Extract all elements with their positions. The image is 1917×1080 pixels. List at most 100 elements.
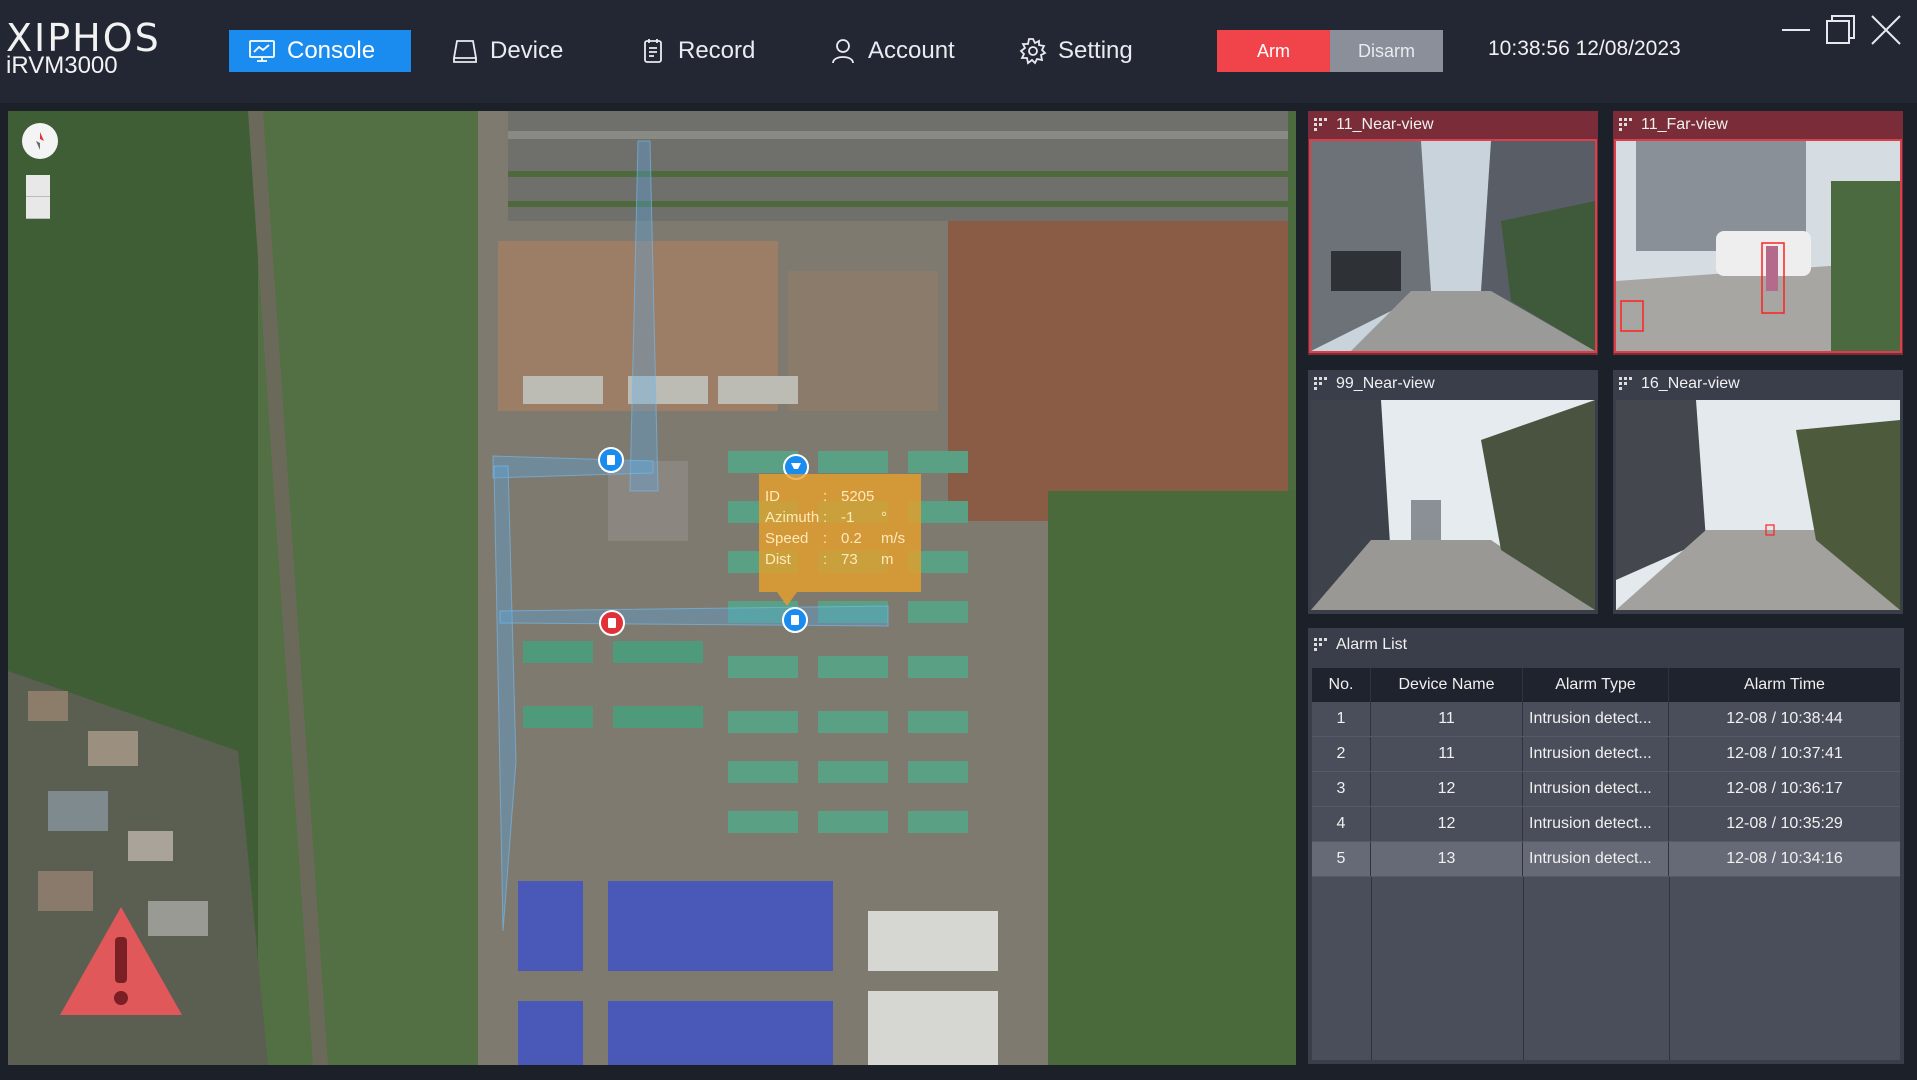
clock-display: 10:38:56 12/08/2023 xyxy=(1488,37,1681,60)
column-header[interactable]: Alarm Time xyxy=(1669,668,1900,702)
tooltip-dist-row: Dist : 73 m xyxy=(765,549,915,570)
camera-view[interactable] xyxy=(1614,139,1902,353)
nav-console[interactable]: Console xyxy=(229,30,411,72)
cell-type: Intrusion detect... xyxy=(1523,702,1669,736)
table-row[interactable]: 4 12 Intrusion detect... 12-08 / 10:35:2… xyxy=(1312,807,1900,842)
list-grid-icon xyxy=(1314,638,1327,651)
table-row[interactable]: 3 12 Intrusion detect... 12-08 / 10:36:1… xyxy=(1312,772,1900,807)
close-button[interactable] xyxy=(1866,10,1906,50)
nav-record-label: Record xyxy=(678,37,756,64)
tooltip-azimuth-row: Azimuth : -1 ° xyxy=(765,507,915,528)
camera-icon xyxy=(791,463,801,469)
cell-device: 13 xyxy=(1371,842,1523,876)
tooltip-speed-row: Speed : 0.2 m/s xyxy=(765,528,915,549)
zoom-in-button[interactable] xyxy=(26,175,50,197)
cell-no: 2 xyxy=(1312,737,1371,771)
camera-panel-3[interactable]: 99_Near-view xyxy=(1308,370,1598,614)
camera-panel-header: 11_Near-view xyxy=(1308,111,1598,139)
nav-setting-label: Setting xyxy=(1058,37,1133,64)
tooltip-id-value: 5205 xyxy=(841,488,875,505)
nav-setting[interactable]: Setting xyxy=(1000,30,1151,72)
table-row-selected[interactable]: 5 13 Intrusion detect... 12-08 / 10:34:1… xyxy=(1312,842,1900,877)
camera-panel-1[interactable]: 11_Near-view xyxy=(1308,111,1598,355)
camera-view[interactable] xyxy=(1311,400,1595,610)
map-imagery xyxy=(8,111,1296,1065)
alarm-warning-icon[interactable] xyxy=(56,901,186,1021)
compass-button[interactable] xyxy=(22,123,58,159)
cell-no: 5 xyxy=(1312,842,1371,876)
tooltip-id-label: ID xyxy=(765,488,780,505)
camera-panel-header: 16_Near-view xyxy=(1613,370,1903,398)
camera-panel-2[interactable]: 11_Far-view xyxy=(1613,111,1903,355)
cell-device: 11 xyxy=(1371,737,1523,771)
close-icon xyxy=(1871,15,1901,45)
column-header[interactable]: Device Name xyxy=(1371,668,1523,702)
cell-time: 12-08 / 10:35:29 xyxy=(1726,815,1843,832)
nav-console-label: Console xyxy=(287,37,376,64)
alarm-radar-marker[interactable] xyxy=(599,610,625,636)
camera-view[interactable] xyxy=(1616,400,1900,610)
top-bar: XIPHOS iRVM3000 Console Device Record Ac… xyxy=(0,0,1917,103)
cell-no: 1 xyxy=(1312,702,1371,736)
minimize-button[interactable] xyxy=(1776,10,1816,50)
tooltip-sep: : xyxy=(823,551,828,568)
satellite-map[interactable]: ID : 5205 Azimuth : -1 ° Speed : 0.2 m/s… xyxy=(8,111,1296,1065)
table-header: No. Device Name Alarm Type Alarm Time xyxy=(1312,668,1900,702)
tooltip-dist-value: 73 xyxy=(841,551,858,568)
tooltip-id-row: ID : 5205 xyxy=(765,486,915,507)
cell-device: 11 xyxy=(1371,702,1523,736)
tooltip-sep: : xyxy=(823,530,828,547)
table-row[interactable]: 2 11 Intrusion detect... 12-08 / 10:37:4… xyxy=(1312,737,1900,772)
camera-name: 16_Near-view xyxy=(1641,375,1740,392)
tooltip-speed-unit: m/s xyxy=(881,530,906,547)
camera-name: 11_Near-view xyxy=(1336,116,1434,133)
maximize-button[interactable] xyxy=(1820,10,1860,50)
arm-button[interactable]: Arm xyxy=(1217,30,1330,72)
cell-type: Intrusion detect... xyxy=(1523,772,1669,806)
minimize-icon xyxy=(1782,29,1810,31)
zoom-out-button[interactable] xyxy=(26,197,50,219)
nav-device-label: Device xyxy=(490,37,564,64)
radar-icon xyxy=(607,455,615,465)
arm-toggle: Arm Disarm xyxy=(1217,30,1444,72)
camera-name: 99_Near-view xyxy=(1336,375,1435,392)
camera-name: 11_Far-view xyxy=(1641,116,1728,133)
camera-view[interactable] xyxy=(1309,139,1597,353)
alarm-list-title: Alarm List xyxy=(1336,636,1408,653)
column-header[interactable]: Alarm Type xyxy=(1523,668,1669,702)
cell-no: 4 xyxy=(1312,807,1371,841)
table-row[interactable]: 1 11 Intrusion detect... 12-08 / 10:38:4… xyxy=(1312,702,1900,737)
tooltip-dist-label: Dist xyxy=(765,551,791,568)
radar-marker[interactable] xyxy=(598,447,624,473)
column-header[interactable]: No. xyxy=(1312,668,1371,702)
zoom-control[interactable] xyxy=(26,175,50,219)
cell-no: 3 xyxy=(1312,772,1371,806)
camera-grid-icon xyxy=(1314,118,1327,131)
nav-device[interactable]: Device xyxy=(432,30,581,72)
app-window: XIPHOS iRVM3000 Console Device Record Ac… xyxy=(0,0,1917,1080)
radar-marker-2[interactable] xyxy=(782,607,808,633)
device-icon xyxy=(452,40,478,63)
app-logo: XIPHOS iRVM3000 xyxy=(6,18,176,88)
camera-panel-4[interactable]: 16_Near-view xyxy=(1613,370,1903,614)
cell-time: 12-08 / 10:34:16 xyxy=(1726,850,1843,867)
nav-account[interactable]: Account xyxy=(810,30,973,72)
alarm-list-panel: Alarm List No. Device Name Alarm Type Al… xyxy=(1308,628,1904,1064)
radar-icon xyxy=(608,618,616,628)
tooltip-azimuth-value: -1 xyxy=(841,509,855,526)
empty-table-area xyxy=(1312,877,1900,1060)
compass-icon xyxy=(36,132,44,150)
tooltip-dist-unit: m xyxy=(881,551,894,568)
tooltip-speed-value: 0.2 xyxy=(841,530,862,547)
cell-device: 12 xyxy=(1371,772,1523,806)
tooltip-azimuth-label: Azimuth xyxy=(765,509,820,526)
cell-device: 12 xyxy=(1371,807,1523,841)
nav-account-label: Account xyxy=(868,37,955,64)
disarm-button[interactable]: Disarm xyxy=(1330,30,1443,72)
camera-panel-header: 99_Near-view xyxy=(1308,370,1598,398)
nav-record[interactable]: Record xyxy=(620,30,773,72)
cell-time: 12-08 / 10:36:17 xyxy=(1726,780,1843,797)
cell-time: 12-08 / 10:37:41 xyxy=(1726,745,1843,762)
radar-icon xyxy=(791,615,799,625)
cell-type: Intrusion detect... xyxy=(1523,807,1669,841)
